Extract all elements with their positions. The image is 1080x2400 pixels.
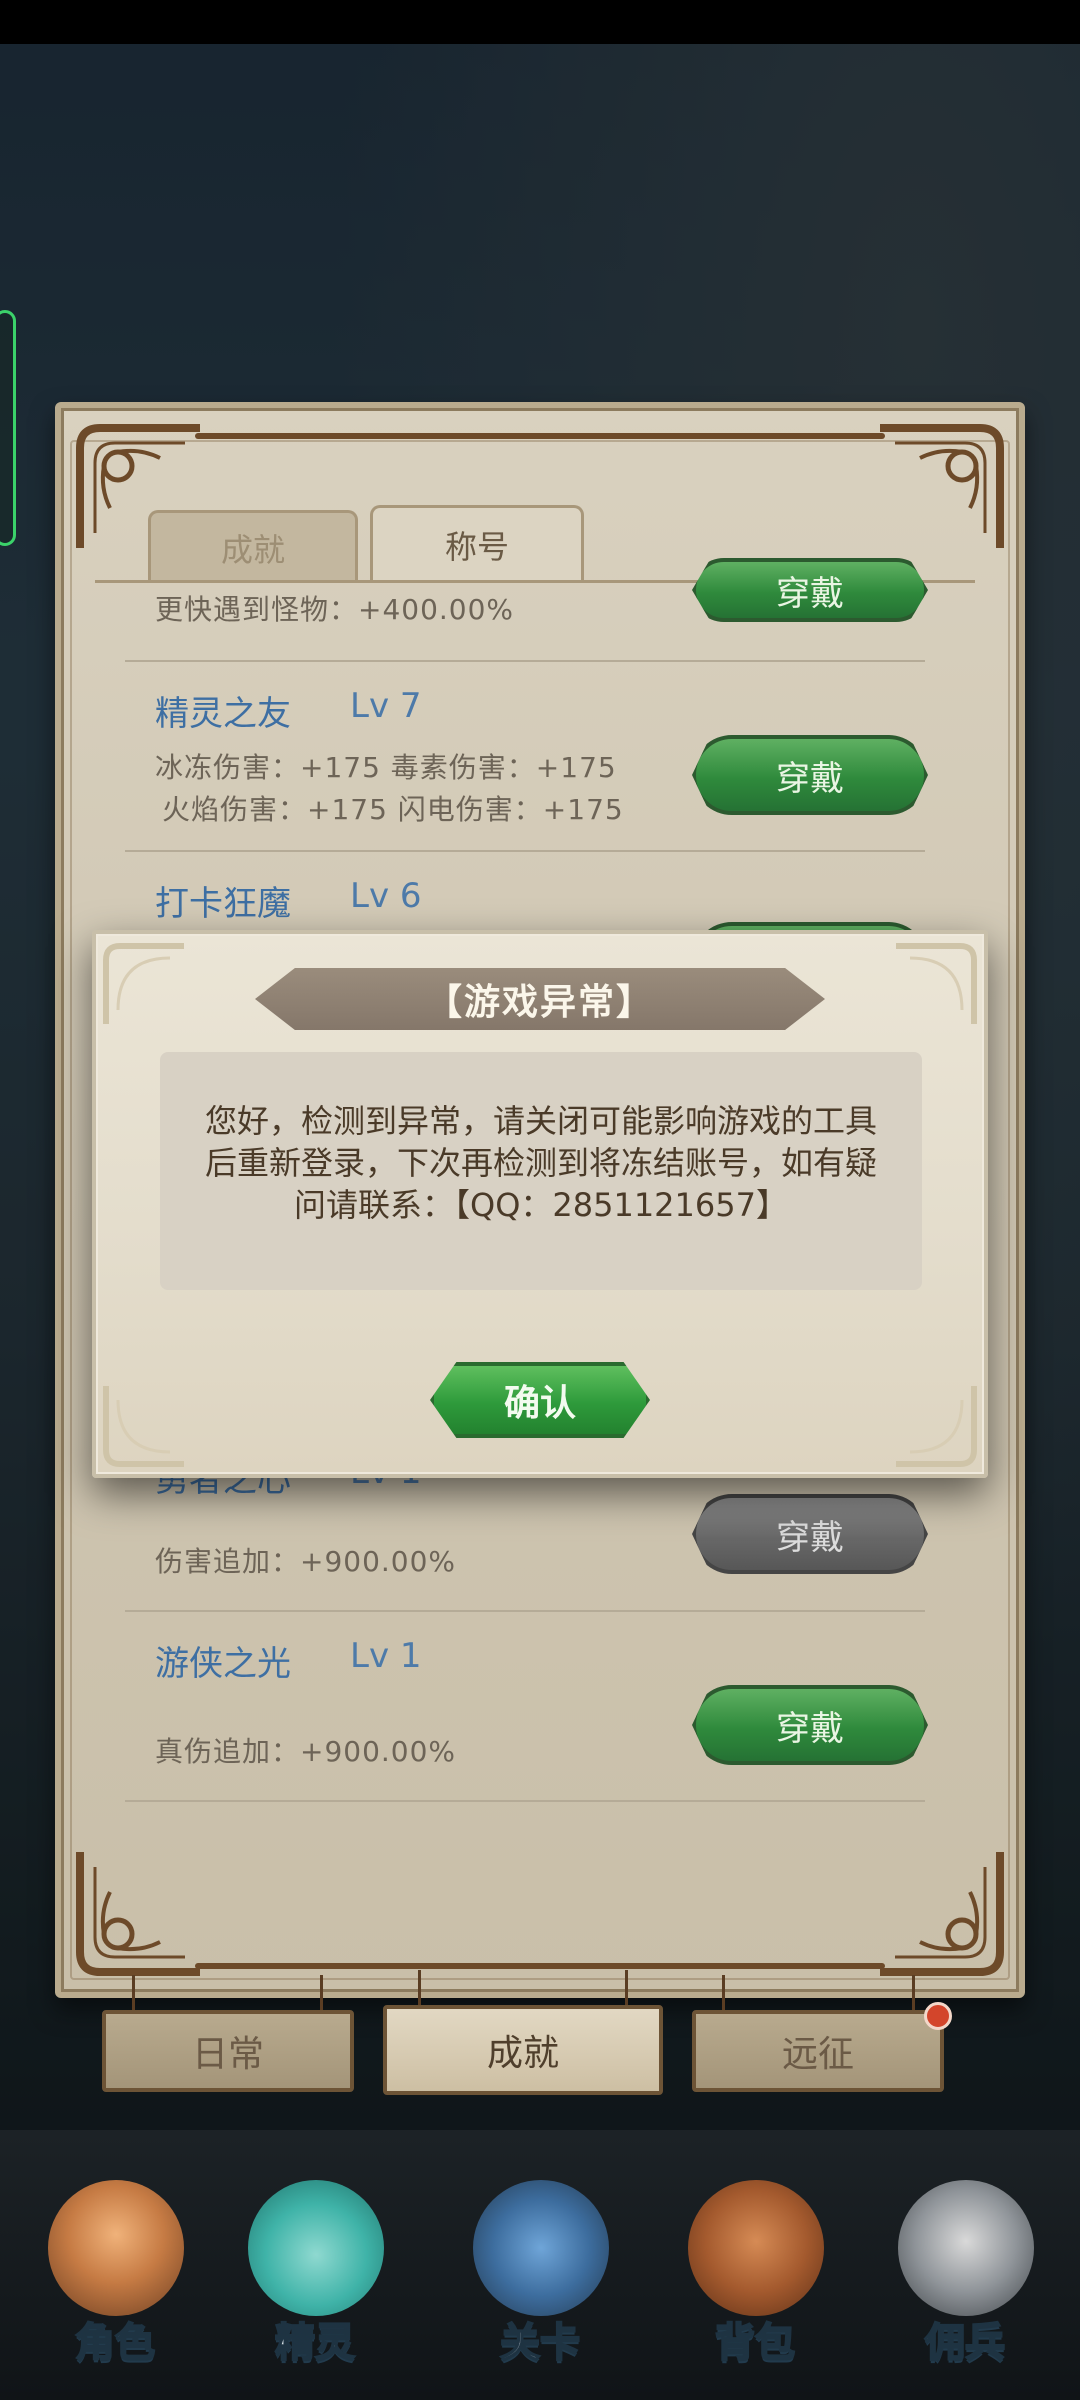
title-level: Lv 1 [350, 1636, 422, 1676]
dialog-message-line: 后重新登录，下次再检测到将冻结账号，如有疑 [204, 1144, 877, 1182]
equip-button[interactable]: 穿戴 [692, 735, 928, 815]
nav-label: 关卡 [499, 2319, 581, 2367]
nav-item-stage[interactable]: 关卡 [455, 2170, 625, 2370]
title-name: 打卡狂魔 [155, 884, 291, 924]
category-tab-achievement[interactable]: 成就 [383, 2005, 663, 2095]
dialog-corner-ornament-icon [890, 1380, 980, 1470]
side-panel-handle[interactable] [0, 310, 16, 546]
tab-titles[interactable]: 称号 [370, 505, 584, 582]
dialog-corner-ornament-icon [100, 1380, 190, 1470]
ornament-corner-icon [870, 418, 1010, 558]
hanging-rope [320, 1975, 323, 2015]
row-divider [125, 850, 925, 852]
equip-button[interactable]: 穿戴 [692, 558, 928, 622]
nav-item-backpack[interactable]: 背包 [670, 2170, 840, 2370]
hanging-rope [722, 1975, 725, 2015]
category-tab-expedition[interactable]: 远征 [692, 2010, 944, 2092]
hanging-rope [912, 1975, 915, 2015]
nav-item-hero[interactable]: 角色 [30, 2170, 200, 2370]
hero-portrait-icon [48, 2180, 184, 2316]
dialog-message: 您好，检测到异常，请关闭可能影响游戏的工具 后重新登录，下次再检测到将冻结账号，… [172, 1100, 910, 1226]
equip-button-disabled[interactable]: 穿戴 [692, 1494, 928, 1574]
dialog-corner-ornament-icon [890, 940, 980, 1030]
row-divider [125, 1800, 925, 1802]
dialog-corner-ornament-icon [100, 940, 190, 1030]
nav-item-spirit[interactable]: 精灵 [230, 2170, 400, 2370]
title-name: 游侠之光 [155, 1644, 291, 1684]
knight-helmet-icon [898, 2180, 1034, 2316]
dialog-message-line: 问请联系：【QQ：2851121657】 [294, 1186, 788, 1224]
nav-item-mercenary[interactable]: 佣兵 [880, 2170, 1050, 2370]
title-attribute: 火焰伤害：+175 闪电伤害：+175 [162, 793, 624, 826]
hanging-rope [132, 1975, 135, 2015]
nav-label: 背包 [714, 2319, 796, 2367]
hanging-rope [418, 1970, 421, 2010]
panel-top-rule [195, 433, 885, 439]
confirm-button[interactable]: 确认 [430, 1362, 650, 1438]
title-name: 精灵之友 [155, 694, 291, 734]
dialog-title: 【游戏异常】 [425, 982, 654, 1023]
title-level: Lv 7 [350, 686, 422, 726]
ornament-corner-icon [870, 1842, 1010, 1982]
backpack-icon [688, 2180, 824, 2316]
panel-bottom-rule [195, 1963, 885, 1969]
ornament-corner-icon [70, 1842, 210, 1982]
title-attribute: 真伤追加：+900.00% [155, 1735, 457, 1768]
title-attribute: 伤害追加：+900.00% [155, 1545, 457, 1578]
nav-label: 佣兵 [924, 2319, 1006, 2367]
swords-gate-icon [473, 2180, 609, 2316]
dialog-message-line: 您好，检测到异常，请关闭可能影响游戏的工具 [204, 1102, 877, 1140]
tab-achievements[interactable]: 成就 [148, 510, 358, 582]
title-level: Lv 6 [350, 876, 422, 916]
title-attribute: 更快遇到怪物：+400.00% [155, 593, 515, 626]
hanging-rope [625, 1970, 628, 2010]
notification-badge [924, 2002, 952, 2030]
nav-label: 精灵 [274, 2319, 356, 2367]
nav-label: 角色 [74, 2319, 156, 2367]
equip-button[interactable]: 穿戴 [692, 1685, 928, 1765]
status-bar [0, 0, 1080, 44]
slime-pet-icon [248, 2180, 384, 2316]
category-tab-daily[interactable]: 日常 [102, 2010, 354, 2092]
title-attribute: 冰冻伤害：+175 毒素伤害：+175 [155, 751, 617, 784]
row-divider [125, 1610, 925, 1612]
row-divider [125, 660, 925, 662]
